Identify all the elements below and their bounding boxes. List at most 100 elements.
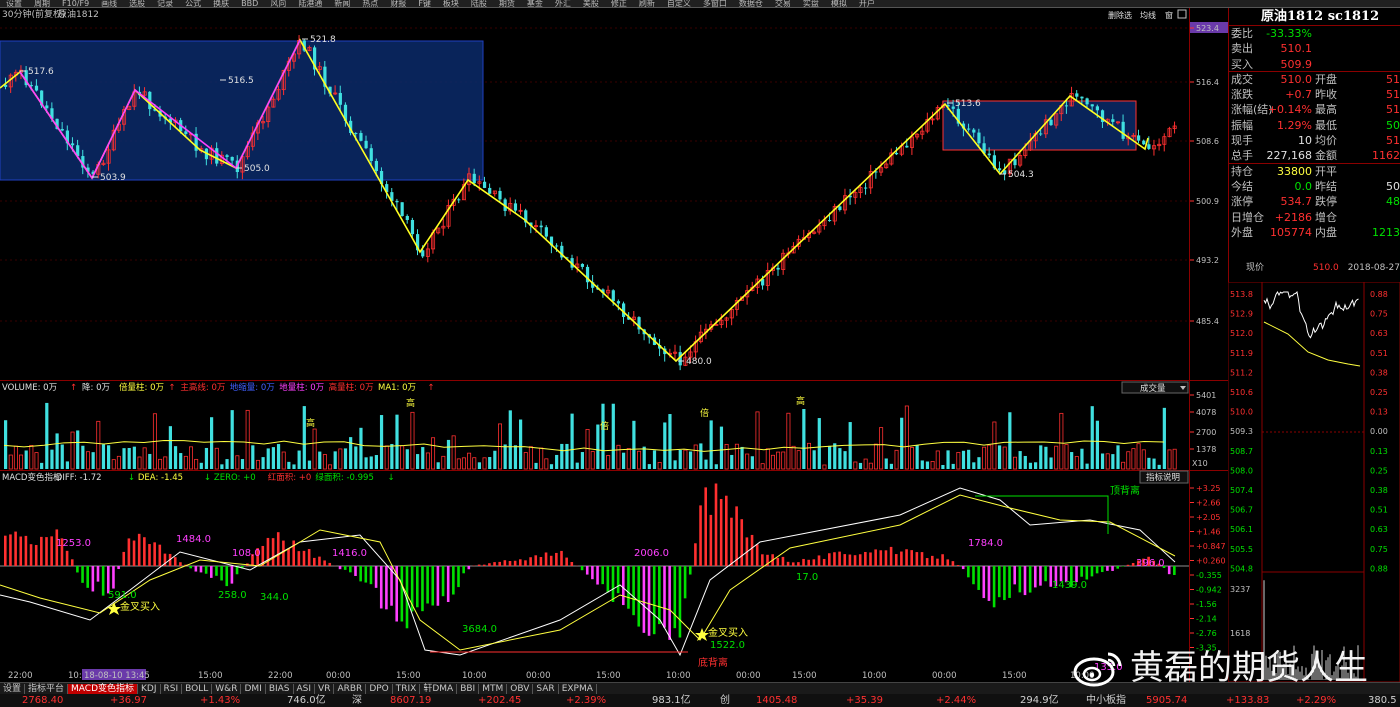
toolbar-button[interactable]: 画线 — [101, 0, 117, 7]
volume-bar — [1121, 461, 1126, 470]
indicator-tabs[interactable]: 设置 指标平台 MACD变色指标 KDJ RSI BOLL W&R DMI BIAS ASI VR A… — [0, 682, 1400, 694]
macd-histogram-bar — [369, 566, 373, 585]
toolbar-button[interactable]: 修正 — [611, 0, 627, 7]
toolbar-button[interactable]: 周期 — [34, 0, 50, 7]
volume-axis-label: 1378 — [1196, 445, 1216, 454]
toolbar-button[interactable]: 陆股 — [471, 0, 487, 7]
macd-panel[interactable]: MACD变色指标DIFF: -1.72 ↓ DEA: -1.45 ↓ ZERO: +0 红… — [0, 470, 1228, 682]
indicator-tab[interactable]: 设置 — [0, 684, 26, 694]
volume-panel[interactable]: VOLUME: 0万 ↑ 降: 0万 倍量柱: 0万 ↑ 主高线: 0万 地缩量: 0万 地量… — [0, 380, 1228, 470]
toolbar-button[interactable]: 风向 — [270, 0, 286, 7]
toolbar-button[interactable]: F10/F9 — [62, 0, 89, 7]
candle-body — [472, 173, 476, 184]
indicator-tab[interactable]: DMI — [241, 684, 266, 694]
volume-bar — [127, 447, 131, 469]
toolbar-button[interactable]: 选股 — [129, 0, 145, 7]
toolbar-button[interactable]: 公式 — [185, 0, 201, 7]
toolbar-button[interactable]: 交易 — [775, 0, 791, 7]
toolbar-button[interactable]: F键 — [418, 0, 431, 7]
indicator-tab[interactable]: KDJ — [138, 684, 161, 694]
chart-top-buttons[interactable]: 删除选 均线窗 — [1108, 9, 1187, 20]
quote-row: 现手 10 均价 51 — [1229, 133, 1400, 148]
volume-bar — [364, 457, 368, 469]
candle-body — [60, 128, 64, 131]
status-value: +2.39% — [566, 695, 607, 706]
indicator-tab[interactable]: MTM — [479, 684, 508, 694]
intraday-mini-chart[interactable]: 513.8 512.9 512.0 511.9 511.2 510.6 510.0 509.3… — [1228, 282, 1400, 682]
macd-histogram-bar — [956, 565, 960, 566]
toolbar-button[interactable]: 数据仓 — [739, 0, 763, 7]
time-axis-label: 15:00 — [792, 671, 817, 681]
macd-histogram-bar — [70, 559, 74, 566]
candlestick-chart[interactable]: 517.6 521.8 516.5 503.9 505.0 480.0 513.6 504.3… — [0, 8, 1228, 380]
toolbar-button[interactable]: 实盘 — [803, 0, 819, 7]
toolbar-button[interactable]: 记录 — [157, 0, 173, 7]
macd-legend-item: 红面积: +0 — [268, 472, 312, 483]
indicator-tab[interactable]: BOLL — [182, 684, 213, 694]
macd-histogram-bar — [400, 566, 404, 622]
mini-right-axis-label: 0.00 — [1370, 427, 1388, 436]
volume-bar — [915, 445, 919, 469]
toolbar-button[interactable]: 新闻 — [334, 0, 350, 7]
indicator-tab[interactable]: EXPMA — [559, 684, 597, 694]
chart-top-button[interactable]: 均线 — [1140, 10, 1156, 20]
toolbar-button[interactable]: 设置 — [6, 0, 22, 7]
macd-histogram-bar — [740, 519, 744, 566]
chart-top-button[interactable]: 删除选 — [1108, 10, 1132, 20]
indicator-tab[interactable]: SAR — [533, 684, 559, 694]
indicator-help-button[interactable]: 指标说明 — [1139, 470, 1189, 484]
volume-bar — [60, 444, 64, 469]
toolbar-button[interactable]: 外汇 — [555, 0, 571, 7]
indicator-tab[interactable]: W&R — [212, 684, 242, 694]
toolbar-button[interactable]: 开户 — [859, 0, 875, 7]
toolbar-button[interactable]: 板块 — [443, 0, 459, 7]
volume-bar — [987, 444, 992, 470]
volume-dropdown[interactable]: 成交量 — [1121, 381, 1189, 394]
volume-legend-item: ↑ — [70, 383, 77, 393]
candle-body — [616, 301, 621, 304]
volume-bar — [873, 443, 878, 470]
toolbar-button[interactable]: 热点 — [362, 0, 378, 7]
volume-legend-item: 倍量柱: 0万 — [119, 382, 164, 393]
macd-annotation: 1253.0 — [56, 538, 91, 549]
indicator-tab[interactable]: 轩DMA — [420, 684, 458, 694]
toolbar-button[interactable]: 刷新 — [639, 0, 655, 7]
chart-close-icon[interactable] — [1177, 9, 1187, 19]
toolbar-button[interactable]: 美股 — [583, 0, 599, 7]
indicator-tab[interactable]: DPO — [366, 684, 393, 694]
toolbar-button[interactable]: 模拟 — [831, 0, 847, 7]
volume-dropdown-label[interactable]: 成交量 — [1140, 383, 1166, 394]
indicator-tab[interactable]: BBI — [457, 684, 480, 694]
toolbar-button[interactable]: 基金 — [527, 0, 543, 7]
toolbar-button[interactable]: 多窗口 — [703, 0, 727, 7]
indicator-tab[interactable]: MACD变色指标 — [68, 684, 139, 694]
indicator-tab[interactable]: 指标平台 — [25, 684, 69, 694]
toolbar-button[interactable]: 换肤 — [213, 0, 229, 7]
volume-bar — [1054, 445, 1059, 470]
candle-body — [977, 132, 981, 144]
volume-bar — [493, 450, 497, 469]
macd-annotation: 3684.0 — [462, 624, 497, 635]
toolbar-button[interactable]: 期货 — [499, 0, 515, 7]
volume-bar — [173, 446, 178, 469]
quote-label: 买入 — [1231, 57, 1253, 71]
toolbar-button[interactable]: 自定义 — [667, 0, 691, 7]
macd-histogram-bar — [1100, 566, 1104, 573]
macd-histogram-bar — [735, 506, 738, 566]
toolbar-button[interactable]: 财报 — [390, 0, 406, 7]
volume-bar — [1141, 449, 1146, 470]
chart-top-button[interactable]: 窗 — [1165, 10, 1173, 20]
indicator-tab[interactable]: ASI — [294, 684, 316, 694]
indicator-tab[interactable]: BIAS — [266, 684, 294, 694]
help-button-label[interactable]: 指标说明 — [1146, 472, 1180, 483]
macd-histogram-bar — [210, 566, 213, 578]
indicator-tab[interactable]: OBV — [507, 684, 534, 694]
volume-bar — [879, 427, 884, 470]
indicator-tab[interactable]: RSI — [161, 684, 183, 694]
indicator-tab[interactable]: ARBR — [334, 684, 367, 694]
macd-axis-label: -0.942 — [1196, 586, 1222, 595]
toolbar-button[interactable]: BBD — [241, 0, 258, 7]
toolbar-button[interactable]: 陆港通 — [298, 0, 322, 7]
indicator-tab[interactable]: VR — [315, 684, 335, 694]
indicator-tab[interactable]: TRIX — [393, 684, 421, 694]
